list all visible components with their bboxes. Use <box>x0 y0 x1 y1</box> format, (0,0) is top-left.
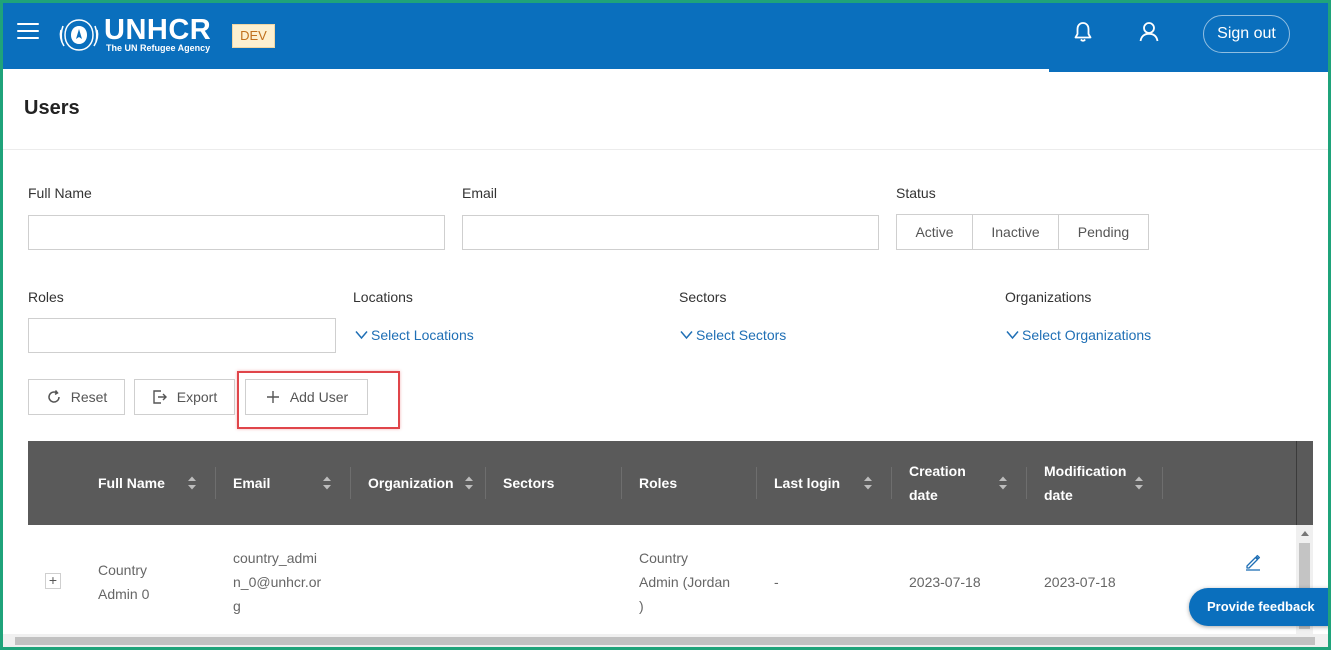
sectors-label: Sectors <box>679 289 727 305</box>
export-icon <box>153 390 167 404</box>
environment-badge: DEV <box>232 24 275 48</box>
hamburger-menu-icon[interactable] <box>17 23 39 41</box>
table-header-scroll-gutter <box>1296 441 1313 525</box>
full-name-label: Full Name <box>28 185 92 201</box>
column-header-sectors: Sectors <box>503 475 555 491</box>
status-inactive-button[interactable]: Inactive <box>973 214 1059 250</box>
column-separator <box>891 467 892 499</box>
cell-last-login: - <box>774 574 779 590</box>
sort-icon[interactable] <box>322 475 332 491</box>
sort-icon[interactable] <box>998 475 1008 491</box>
select-organizations-dropdown[interactable]: Select Organizations <box>1006 327 1151 343</box>
column-separator <box>621 467 622 499</box>
brand-name: UNHCR <box>104 14 212 46</box>
status-label: Status <box>896 185 936 201</box>
chevron-down-icon <box>355 331 368 340</box>
column-separator <box>350 467 351 499</box>
table-row[interactable]: + Country Admin 0 country_admi n_0@unhcr… <box>28 525 1296 635</box>
full-name-input[interactable] <box>28 215 445 250</box>
column-header-modification-date[interactable]: Modification date <box>1044 441 1140 525</box>
column-header-roles: Roles <box>639 475 678 491</box>
scroll-up-arrow-icon[interactable] <box>1301 531 1309 536</box>
select-organizations-label: Select Organizations <box>1022 327 1152 343</box>
unhcr-emblem-icon <box>59 19 99 51</box>
status-active-button[interactable]: Active <box>896 214 973 250</box>
sign-out-button[interactable]: Sign out <box>1203 15 1290 53</box>
user-profile-icon[interactable] <box>1136 19 1162 45</box>
roles-input[interactable] <box>28 318 336 353</box>
page-title: Users <box>24 97 80 119</box>
cell-email: country_admi n_0@unhcr.or g <box>233 550 322 614</box>
cell-full-name: Country Admin 0 <box>98 562 150 602</box>
reset-icon <box>47 390 60 403</box>
users-table-header: Full Name Email Organization Sectors Rol… <box>28 441 1313 525</box>
select-sectors-label: Select Sectors <box>696 327 787 343</box>
provide-feedback-button[interactable]: Provide feedback <box>1189 588 1328 626</box>
cell-creation-date: 2023-07-18 <box>909 574 981 590</box>
sort-icon[interactable] <box>863 475 873 491</box>
select-locations-dropdown[interactable]: Select Locations <box>355 327 474 343</box>
column-header-email[interactable]: Email <box>233 441 270 525</box>
roles-label: Roles <box>28 289 64 305</box>
cell-modification-date: 2023-07-18 <box>1044 574 1116 590</box>
column-separator <box>215 467 216 499</box>
unhcr-logo[interactable]: UNHCR The UN Refugee Agency <box>57 16 211 58</box>
header-divider <box>3 149 1328 150</box>
export-button[interactable]: Export <box>134 379 235 415</box>
select-locations-label: Select Locations <box>371 327 474 343</box>
locations-label: Locations <box>353 289 413 305</box>
horizontal-scrollbar[interactable] <box>3 634 1328 647</box>
chevron-down-icon <box>680 331 693 340</box>
column-header-last-login[interactable]: Last login <box>774 441 840 525</box>
top-navigation-bar: UNHCR The UN Refugee Agency DEV Sign out <box>3 3 1328 69</box>
column-separator <box>756 467 757 499</box>
status-toggle-group: Active Inactive Pending <box>896 214 1149 250</box>
edit-pencil-icon[interactable] <box>1244 553 1262 571</box>
email-input[interactable] <box>462 215 879 250</box>
reset-button[interactable]: Reset <box>28 379 125 415</box>
reset-label: Reset <box>70 389 108 405</box>
chevron-down-icon <box>1006 331 1019 340</box>
column-separator <box>485 467 486 499</box>
column-header-creation-date[interactable]: Creation date <box>909 441 989 525</box>
app-window: UNHCR The UN Refugee Agency DEV Sign out… <box>0 0 1331 650</box>
column-header-organization[interactable]: Organization <box>368 441 454 525</box>
sort-icon[interactable] <box>187 475 197 491</box>
plus-icon <box>266 391 279 403</box>
select-sectors-dropdown[interactable]: Select Sectors <box>680 327 786 343</box>
topbar-accent-strip <box>1049 69 1328 72</box>
sort-icon[interactable] <box>464 475 474 491</box>
column-separator <box>1162 467 1163 499</box>
expand-row-icon[interactable]: + <box>45 573 61 589</box>
export-label: Export <box>176 389 218 405</box>
horizontal-scroll-thumb[interactable] <box>15 637 1315 645</box>
cell-roles: Country Admin (Jordan ) <box>639 550 731 614</box>
email-label: Email <box>462 185 498 201</box>
column-separator <box>1026 467 1027 499</box>
brand-tagline: The UN Refugee Agency <box>106 43 211 53</box>
sort-icon[interactable] <box>1134 475 1144 491</box>
add-user-label: Add User <box>289 389 349 405</box>
notifications-bell-icon[interactable] <box>1070 19 1096 45</box>
status-pending-button[interactable]: Pending <box>1059 214 1149 250</box>
add-user-button[interactable]: Add User <box>245 379 368 415</box>
organizations-label: Organizations <box>1005 289 1092 305</box>
column-header-full-name[interactable]: Full Name <box>98 441 165 525</box>
